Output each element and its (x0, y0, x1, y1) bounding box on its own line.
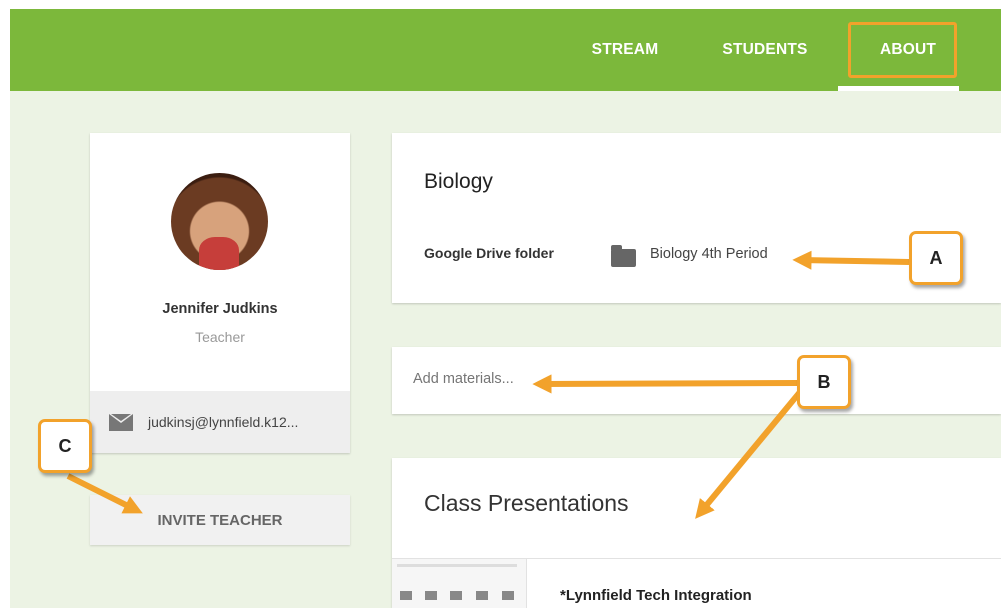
folder-icon (502, 591, 514, 600)
teacher-role: Teacher (195, 329, 245, 345)
teacher-card: Jennifer Judkins Teacher judkinsj@lynnfi… (90, 133, 350, 453)
drive-folder-link[interactable]: Biology 4th Period (650, 246, 768, 262)
mail-icon (109, 413, 133, 431)
invite-teacher-button[interactable]: INVITE TEACHER (90, 495, 350, 545)
folder-icon (400, 591, 412, 600)
teacher-email[interactable]: judkinsj@lynnfield.k12... (148, 414, 298, 430)
thumbnail-toolbar (397, 564, 517, 567)
email-row[interactable]: judkinsj@lynnfield.k12... (90, 391, 350, 453)
avatar (171, 173, 268, 270)
callout-c: C (38, 419, 92, 473)
tab-students[interactable]: STUDENTS (710, 9, 820, 91)
drive-folder-label: Google Drive folder (424, 245, 554, 261)
class-title: Biology (424, 170, 493, 193)
callout-a: A (909, 231, 963, 285)
presentation-thumbnail[interactable] (392, 559, 527, 608)
folder-icon (425, 591, 437, 600)
presentations-card: Class Presentations *Lynnfield Tech Inte… (392, 458, 1001, 608)
presentation-item-title[interactable]: *Lynnfield Tech Integration (560, 587, 752, 604)
teacher-name: Jennifer Judkins (162, 301, 278, 317)
presentations-title: Class Presentations (424, 490, 629, 516)
add-materials-input[interactable] (413, 371, 613, 387)
tab-stream[interactable]: STREAM (575, 9, 675, 91)
folder-icon (450, 591, 462, 600)
folder-icon (611, 245, 636, 267)
materials-card (392, 347, 1001, 414)
callout-b: B (797, 355, 851, 409)
folder-icon (476, 591, 488, 600)
about-highlight-box (848, 22, 957, 78)
